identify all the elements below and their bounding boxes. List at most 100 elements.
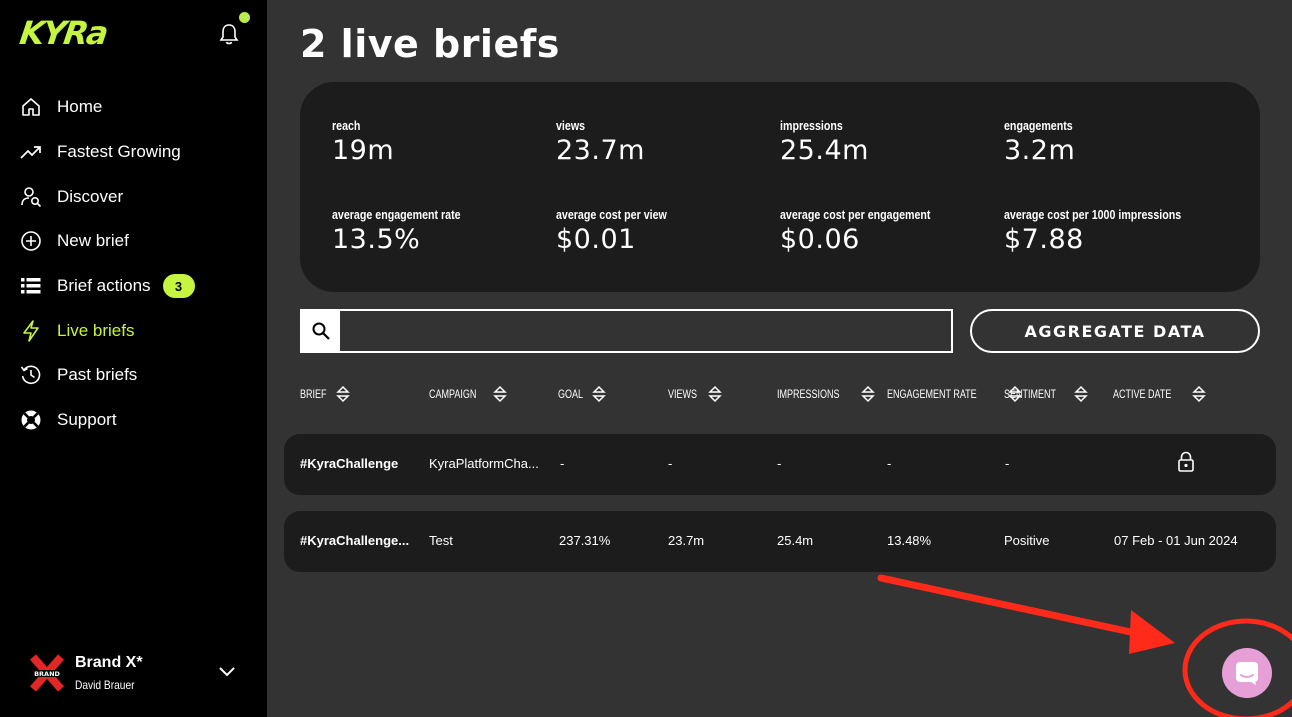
cell-engagement-rate: - — [887, 456, 892, 471]
column-header-label: GOAL — [558, 387, 584, 401]
stat-value: 19m — [332, 135, 395, 166]
notification-dot — [239, 12, 250, 23]
sort-icon — [1074, 385, 1089, 403]
sidebar-item-label: Brief actions — [57, 276, 151, 296]
chevron-down-icon[interactable] — [218, 664, 236, 678]
aggregate-data-button[interactable]: AGGREGATE DATA — [970, 309, 1260, 353]
cell-sentiment: Positive — [1004, 533, 1050, 548]
sidebar-item-fastest-growing[interactable]: Fastest Growing — [0, 130, 267, 175]
column-header-campaign[interactable]: CAMPAIGN — [429, 384, 508, 404]
table-row[interactable]: #KyraChallenge... Test 237.31% 23.7m 25.… — [284, 511, 1276, 572]
column-header-engagement-rate[interactable]: ENGAGEMENT RATE — [887, 384, 1023, 404]
sidebar-item-label: Live briefs — [57, 320, 135, 340]
cell-active-date: 07 Feb - 01 Jun 2024 — [1114, 533, 1238, 548]
stat-value: 23.7m — [556, 135, 645, 166]
sidebar-item-brief-actions[interactable]: Brief actions 3 — [0, 264, 267, 309]
cell-brief[interactable]: #KyraChallenge... — [300, 533, 420, 548]
stat-label: average cost per engagement — [780, 207, 931, 222]
cell-impressions: - — [777, 456, 782, 471]
sidebar-item-new-brief[interactable]: New brief — [0, 219, 267, 264]
cell-impressions: 25.4m — [777, 533, 814, 548]
bell-icon[interactable] — [218, 22, 240, 46]
sidebar-item-label: Fastest Growing — [57, 142, 181, 162]
cell-campaign: Test — [429, 533, 453, 548]
sort-icon — [592, 385, 607, 403]
column-header-label: IMPRESSIONS — [777, 387, 840, 401]
cell-views: 23.7m — [668, 533, 705, 548]
stat-views: views 23.7m — [556, 118, 645, 166]
column-header-label: ENGAGEMENT RATE — [887, 387, 977, 401]
sidebar-item-discover[interactable]: Discover — [0, 174, 267, 219]
sidebar: KYRa Home Fastest Growing Discover New b… — [0, 0, 267, 717]
stat-impressions: impressions 25.4m — [780, 118, 869, 166]
search-icon[interactable] — [302, 311, 340, 351]
sort-icon — [493, 385, 507, 403]
sidebar-item-home[interactable]: Home — [0, 85, 267, 130]
stat-engagements: engagements 3.2m — [1004, 118, 1088, 166]
stat-average-cost-per-engagement: average cost per engagement $0.06 — [780, 207, 964, 255]
brand-x-logo: BRAND — [29, 654, 65, 692]
stat-value: 25.4m — [780, 135, 869, 166]
kyra-logo[interactable]: KYRa — [17, 14, 109, 52]
chat-widget-button[interactable] — [1222, 648, 1272, 698]
sort-icon — [861, 385, 876, 403]
stat-label: views — [556, 118, 586, 133]
column-header-impressions[interactable]: IMPRESSIONS — [777, 384, 876, 404]
sidebar-item-live-briefs[interactable]: Live briefs — [0, 308, 267, 353]
cell-goal: - — [560, 456, 565, 471]
stat-value: $0.01 — [556, 224, 636, 255]
stat-value: $0.06 — [780, 224, 860, 255]
brand-name: Brand X* — [75, 654, 143, 671]
stat-average-cost-per-1000-impressions: average cost per 1000 impressions $7.88 — [1004, 207, 1220, 255]
table-header: BRIEF CAMPAIGN GOAL VIEWS IMPRESSIONS EN… — [0, 380, 1292, 408]
cell-brief[interactable]: #KyraChallenge — [300, 456, 420, 471]
search-input[interactable] — [340, 311, 951, 351]
lock-icon[interactable] — [1177, 451, 1195, 473]
stat-label: average engagement rate — [332, 207, 461, 222]
lightning-icon — [20, 319, 42, 342]
sidebar-item-label: Support — [57, 410, 117, 430]
search-bar — [300, 309, 953, 353]
column-header-label: SENTIMENT — [1004, 387, 1057, 401]
column-header-label: VIEWS — [668, 387, 698, 401]
count-badge: 3 — [162, 274, 195, 299]
column-header-label: CAMPAIGN — [429, 387, 477, 401]
sort-icon — [1191, 385, 1206, 403]
column-header-brief[interactable]: BRIEF — [300, 384, 351, 404]
column-header-goal[interactable]: GOAL — [558, 384, 607, 404]
stat-value: 13.5% — [332, 224, 421, 255]
account-switcher[interactable]: BRAND Brand X* David Brauer — [0, 640, 267, 704]
lifebuoy-icon — [20, 409, 42, 431]
trending-up-icon — [20, 141, 42, 163]
plus-circle-icon — [20, 230, 42, 252]
stat-label: impressions — [780, 118, 843, 133]
cell-campaign: KyraPlatformCha... — [429, 456, 539, 471]
page-title: 2 live briefs — [300, 22, 560, 66]
sidebar-item-label: Home — [57, 97, 103, 117]
stat-average-cost-per-view: average cost per view $0.01 — [556, 207, 691, 255]
stat-average-engagement-rate: average engagement rate 13.5% — [332, 207, 489, 255]
discover-user-search-icon — [20, 186, 42, 208]
cell-sentiment: - — [1005, 456, 1010, 471]
home-icon — [20, 96, 42, 118]
sidebar-item-label: Discover — [57, 186, 124, 206]
chat-icon — [1236, 662, 1258, 685]
cell-views: - — [668, 456, 673, 471]
brand-logo-text: BRAND — [34, 670, 60, 678]
column-header-label: ACTIVE DATE — [1113, 387, 1172, 401]
column-header-active-date[interactable]: ACTIVE DATE — [1113, 384, 1207, 404]
column-header-label: BRIEF — [300, 387, 327, 401]
stats-panel: reach 19m views 23.7m impressions 25.4m … — [300, 82, 1260, 292]
table-row[interactable]: #KyraChallenge KyraPlatformCha... - - - … — [284, 434, 1276, 495]
stat-label: engagements — [1004, 118, 1073, 133]
stat-label: average cost per view — [556, 207, 667, 222]
stat-reach: reach 19m — [332, 118, 394, 166]
sort-icon — [336, 385, 351, 403]
stat-label: average cost per 1000 impressions — [1004, 207, 1182, 222]
stat-label: reach — [332, 118, 361, 133]
list-icon — [20, 275, 42, 297]
column-header-views[interactable]: VIEWS — [668, 384, 723, 404]
column-header-sentiment[interactable]: SENTIMENT — [1004, 384, 1089, 404]
sidebar-item-label: New brief — [57, 231, 129, 251]
cell-goal: 237.31% — [559, 533, 611, 548]
